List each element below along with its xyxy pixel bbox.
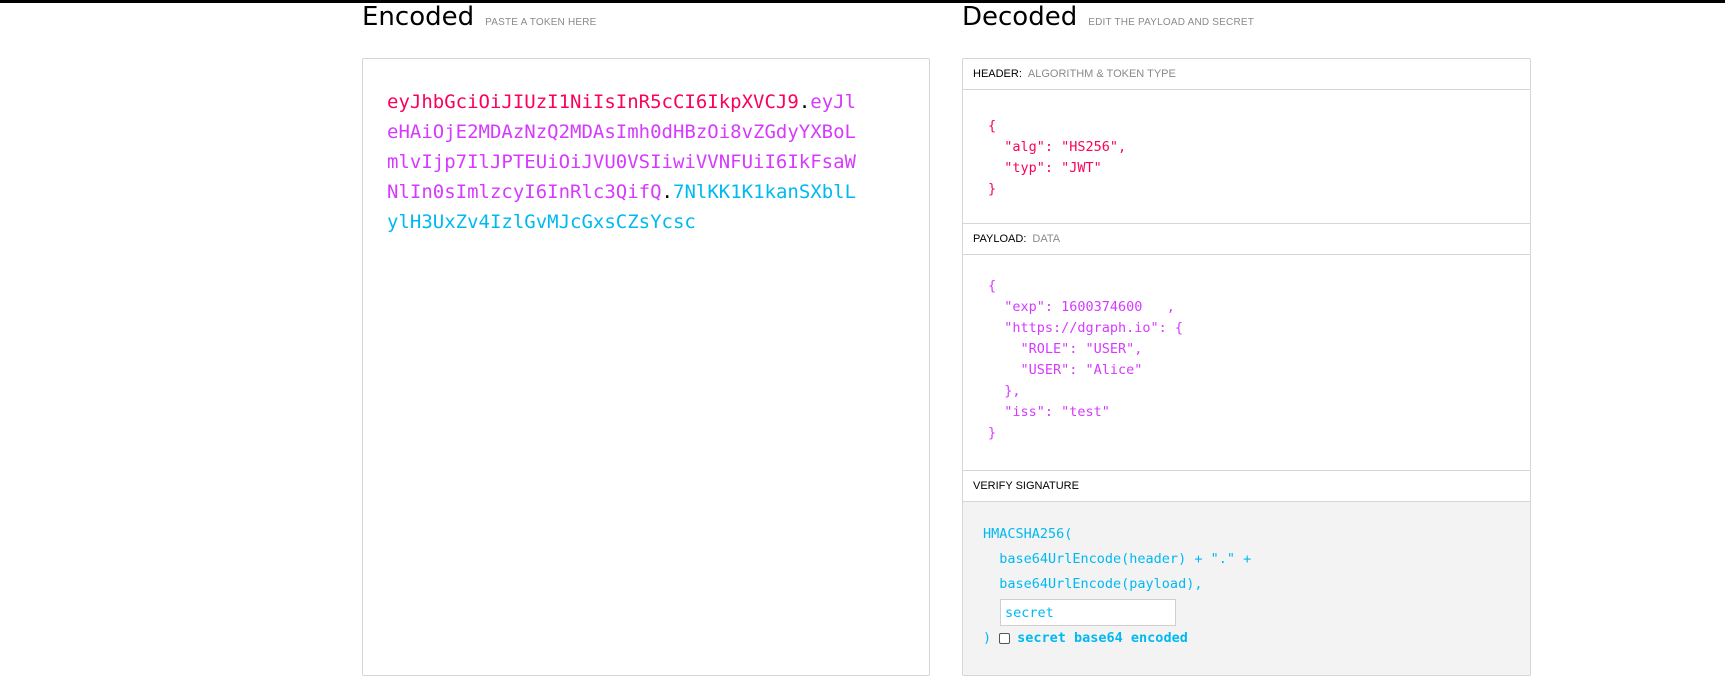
token-text[interactable]: eyJhbGciOiJIUzI1NiIsInR5cCI6IkpXVCJ9.eyJ… <box>387 87 857 237</box>
payload-label: PAYLOAD: <box>973 233 1027 245</box>
base64-checkbox[interactable] <box>999 632 1011 644</box>
encoded-token-editor[interactable]: eyJhbGciOiJIUzI1NiIsInR5cCI6IkpXVCJ9.eyJ… <box>362 58 930 676</box>
verify-close-row: ) secret base64 encoded <box>983 630 1188 646</box>
token-dot: . <box>661 181 673 203</box>
verify-label: VERIFY SIGNATURE <box>973 480 1079 492</box>
encoded-title-row: Encoded PASTE A TOKEN HERE <box>362 2 597 32</box>
header-section-title: HEADER: ALGORITHM & TOKEN TYPE <box>963 59 1530 90</box>
verify-signature-body: HMACSHA256( base64UrlEncode(header) + ".… <box>963 502 1530 675</box>
decoded-panel: HEADER: ALGORITHM & TOKEN TYPE { "alg": … <box>962 58 1531 676</box>
header-json-editor[interactable]: { "alg": "HS256", "typ": "JWT" } <box>988 116 1126 200</box>
top-border <box>0 0 1725 3</box>
token-dot: . <box>798 91 811 113</box>
hmac-formula: HMACSHA256( base64UrlEncode(header) + ".… <box>983 526 1252 592</box>
base64-checkbox-label[interactable]: secret base64 encoded <box>1017 630 1188 646</box>
close-paren: ) <box>983 630 992 646</box>
payload-sublabel: DATA <box>1032 233 1061 245</box>
header-label: HEADER: <box>973 68 1022 80</box>
secret-input[interactable] <box>1000 599 1176 626</box>
decoded-title-row: Decoded EDIT THE PAYLOAD AND SECRET <box>962 2 1254 32</box>
token-header-part: eyJhbGciOiJIUzI1NiIsInR5cCI6IkpXVCJ9 <box>387 91 799 113</box>
header-sublabel: ALGORITHM & TOKEN TYPE <box>1027 68 1176 80</box>
verify-section-title: VERIFY SIGNATURE <box>963 471 1530 502</box>
decoded-title: Decoded <box>962 2 1078 32</box>
decoded-subtitle: EDIT THE PAYLOAD AND SECRET <box>1088 17 1255 28</box>
encoded-subtitle: PASTE A TOKEN HERE <box>485 17 597 28</box>
encoded-title: Encoded <box>362 2 475 32</box>
payload-section-title: PAYLOAD: DATA <box>963 224 1530 255</box>
payload-json-editor[interactable]: { "exp": 1600374600 , "https://dgraph.io… <box>988 276 1183 444</box>
